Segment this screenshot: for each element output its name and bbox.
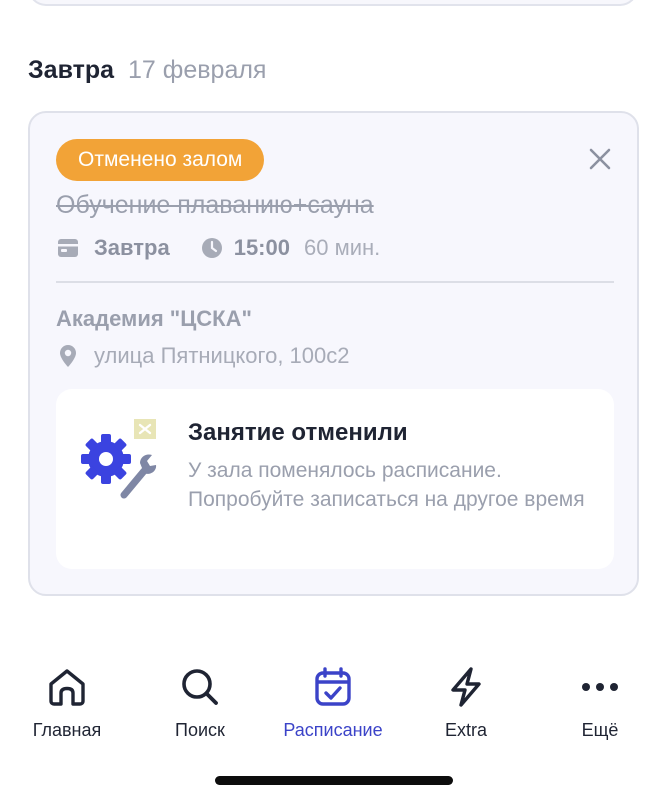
location-pin-icon	[56, 344, 80, 368]
nav-item-more[interactable]: Ещё	[535, 664, 665, 741]
cancellation-notice: Занятие отменили У зала поменялось распи…	[56, 389, 614, 569]
calendar-icon	[315, 667, 351, 706]
nav-item-search[interactable]: Поиск	[135, 664, 265, 741]
nav-label-home: Главная	[32, 720, 102, 740]
booking-card[interactable]: Отменено залом Обучение плаванию+сауна З…	[28, 111, 639, 596]
nav-label-schedule: Расписание	[283, 720, 383, 740]
close-button[interactable]	[584, 143, 616, 175]
class-day: Завтра	[94, 235, 170, 260]
nav-item-schedule[interactable]: Расписание	[268, 664, 398, 741]
nav-label-extra: Extra	[444, 720, 487, 740]
class-time: 15:00	[233, 235, 290, 260]
day-name: Завтра	[28, 56, 115, 84]
settings-wrench-illustration-icon	[81, 419, 157, 499]
class-meta: Завтра 15:00 60 мин.	[56, 233, 380, 263]
nav-label-search: Поиск	[175, 720, 225, 740]
search-icon	[182, 669, 218, 705]
home-indicator[interactable]	[215, 776, 453, 785]
more-icon	[582, 683, 618, 691]
gym-address: улица Пятницкого, 100с2	[56, 341, 349, 371]
calendar-small-icon	[56, 236, 80, 260]
status-badge-label: Отменено залом	[78, 148, 243, 171]
previous-booking-card[interactable]	[28, 0, 638, 6]
day-date: 17 февраля	[128, 56, 267, 84]
notice-title: Занятие отменили	[188, 419, 408, 446]
close-icon	[589, 148, 611, 170]
status-badge: Отменено залом	[56, 139, 265, 181]
clock-icon	[200, 236, 224, 260]
day-header: Завтра 17 февраля	[28, 56, 266, 92]
class-duration: 60 мин.	[303, 235, 381, 260]
class-title: Обучение плаванию+сауна	[56, 191, 374, 219]
lightning-icon	[451, 667, 481, 707]
notice-text: У зала поменялось расписание. Попробуйте…	[188, 459, 585, 511]
divider	[56, 281, 614, 283]
schedule-screen: Завтра 17 февраля Отменено залом Обучени…	[0, 0, 667, 800]
home-icon	[49, 669, 85, 706]
nav-item-home[interactable]: Главная	[2, 664, 132, 741]
nav-item-extra[interactable]: Extra	[401, 664, 531, 741]
bottom-navigation: Главная Поиск Расписание Extra Ещё	[0, 664, 667, 744]
nav-label-more: Ещё	[581, 720, 619, 740]
gym-name: Академия "ЦСКА"	[56, 306, 252, 331]
address-text: улица Пятницкого, 100с2	[94, 343, 350, 368]
